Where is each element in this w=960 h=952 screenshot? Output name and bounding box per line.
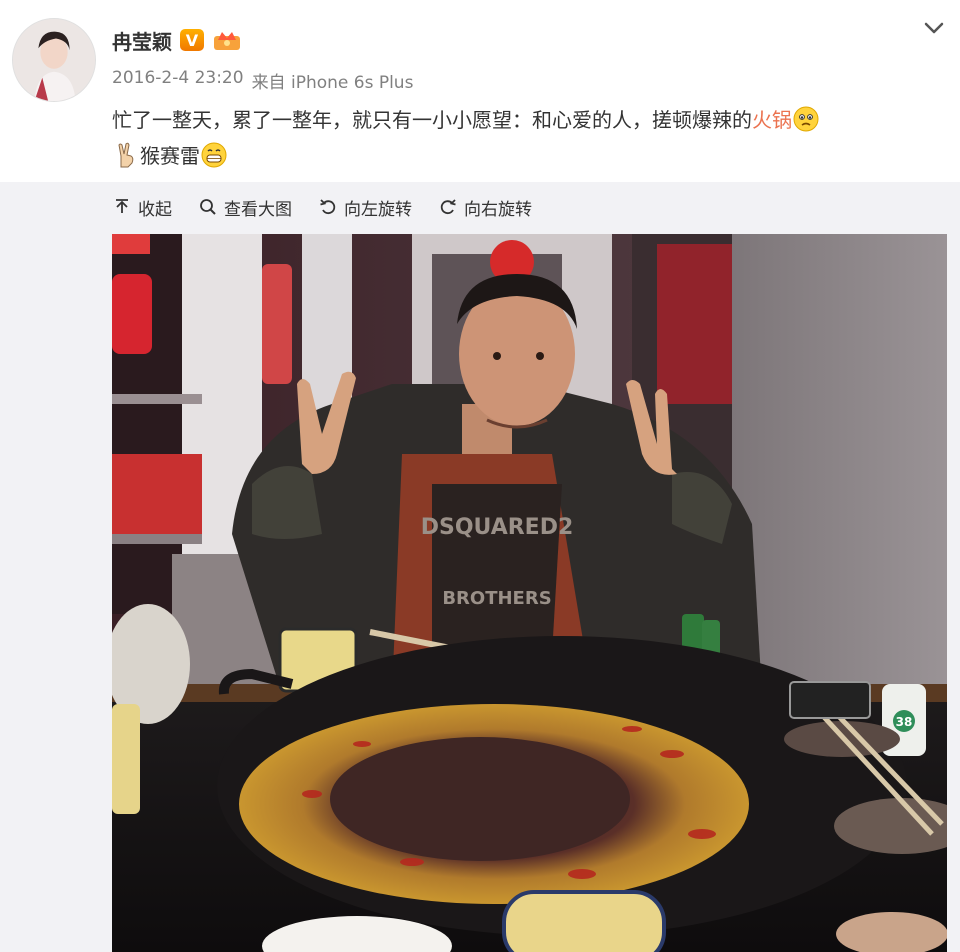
weibo-post: 冉莹颖 V 2016-2-4 23:20 来自 iPhone 6s Plus 忙… [0,0,960,952]
user-name[interactable]: 冉莹颖 [112,26,172,55]
verified-badge[interactable]: V [180,29,204,51]
peace-sign-emoji-icon [112,141,140,169]
collapse-icon [116,199,128,213]
view-large-button[interactable]: 查看大图 [198,195,292,220]
post-meta: 2016-2-4 23:20 来自 iPhone 6s Plus [112,68,413,93]
search-icon [200,199,216,215]
rotate-left-label: 向左旋转 [344,199,412,220]
chevron-down-icon[interactable] [922,18,946,38]
name-row: 冉莹颖 V [112,24,242,56]
rotate-right-icon [440,199,456,215]
post-text: 忙了一整天，累了一整年，就只有一小小愿望：和心爱的人，搓顿爆辣的火锅 猴赛雷 [112,102,942,174]
sad-face-emoji-icon [792,105,820,133]
grin-emoji-icon [200,141,228,169]
view-large-label: 查看大图 [224,199,292,220]
shirt-text-2: BROTHERS [442,588,551,609]
collapse-label: 收起 [138,199,172,220]
rotate-left-button[interactable]: 向左旋转 [318,195,412,220]
post-photo[interactable]: DSQUARED2 BROTHERS 38 [112,234,947,952]
rotate-left-icon [320,199,336,215]
shirt-text-1: DSQUARED2 [421,515,574,540]
hotpot-topic-link[interactable]: 火锅 [752,108,792,132]
collapse-button[interactable]: 收起 [112,195,172,220]
rotate-right-label: 向右旋转 [464,199,532,220]
rotate-right-button[interactable]: 向右旋转 [438,195,532,220]
media-toolbar: 收起 查看大图 向左旋转 向右旋转 [112,190,532,224]
post-text-part1: 忙了一整天，累了一整年，就只有一小小愿望：和心爱的人，搓顿爆辣的 [112,108,752,132]
avatar[interactable] [12,18,96,102]
cup-number: 38 [896,715,913,729]
post-text-part2: 猴赛雷 [140,144,200,168]
post-source[interactable]: 来自 iPhone 6s Plus [252,68,414,93]
crown-icon[interactable] [212,28,242,52]
post-timestamp[interactable]: 2016-2-4 23:20 [112,68,244,93]
